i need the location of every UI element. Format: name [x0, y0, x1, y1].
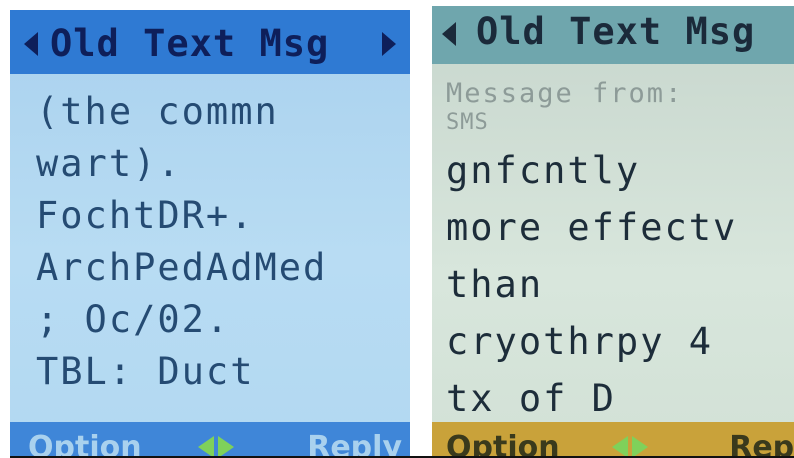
- title-bar: Old Text Msg: [10, 10, 410, 74]
- softkey-bar: Option Reply: [432, 422, 794, 456]
- message-body: (the commn wart). FochtDR+. ArchPedAdMed…: [36, 86, 410, 398]
- phone-screen-left: Old Text Msg (the commn wart). FochtDR+.…: [10, 10, 410, 456]
- message-line: (the commn: [36, 90, 279, 133]
- photo-frame: Old Text Msg (the commn wart). FochtDR+.…: [0, 0, 794, 458]
- phone-screen-right: Old Text Msg Message from: SMS gnfcntly …: [432, 6, 794, 456]
- message-header: Message from:: [446, 78, 684, 109]
- softkey-bar: Option Reply: [10, 422, 410, 456]
- left-arrow-icon[interactable]: [24, 32, 38, 56]
- right-arrow-icon[interactable]: [382, 32, 396, 56]
- message-line: FochtDR+.: [36, 194, 255, 237]
- option-softkey[interactable]: Option: [28, 430, 142, 456]
- reply-softkey[interactable]: Reply: [307, 430, 402, 456]
- message-line: TBL: Duct: [36, 350, 255, 393]
- message-line: than: [446, 263, 544, 306]
- nav-arrows-icon: [612, 436, 652, 456]
- nav-arrows-icon: [198, 436, 238, 456]
- screen-title: Old Text Msg: [50, 22, 330, 65]
- message-line: more effectv: [446, 206, 738, 249]
- message-body: Message from: SMS gnfcntly more effectv …: [446, 78, 794, 427]
- message-line: wart).: [36, 142, 182, 185]
- message-line: tx of D: [446, 377, 616, 420]
- message-line: cryothrpy 4: [446, 320, 714, 363]
- title-bar: Old Text Msg: [432, 6, 794, 64]
- reply-softkey[interactable]: Reply: [729, 430, 794, 456]
- message-line: ; Oc/02.: [36, 298, 231, 341]
- option-softkey[interactable]: Option: [446, 430, 560, 456]
- left-arrow-icon[interactable]: [442, 22, 456, 46]
- message-sender: SMS: [446, 110, 489, 135]
- screen-title: Old Text Msg: [476, 10, 756, 53]
- message-line: gnfcntly: [446, 149, 641, 192]
- message-line: ArchPedAdMed: [36, 246, 328, 289]
